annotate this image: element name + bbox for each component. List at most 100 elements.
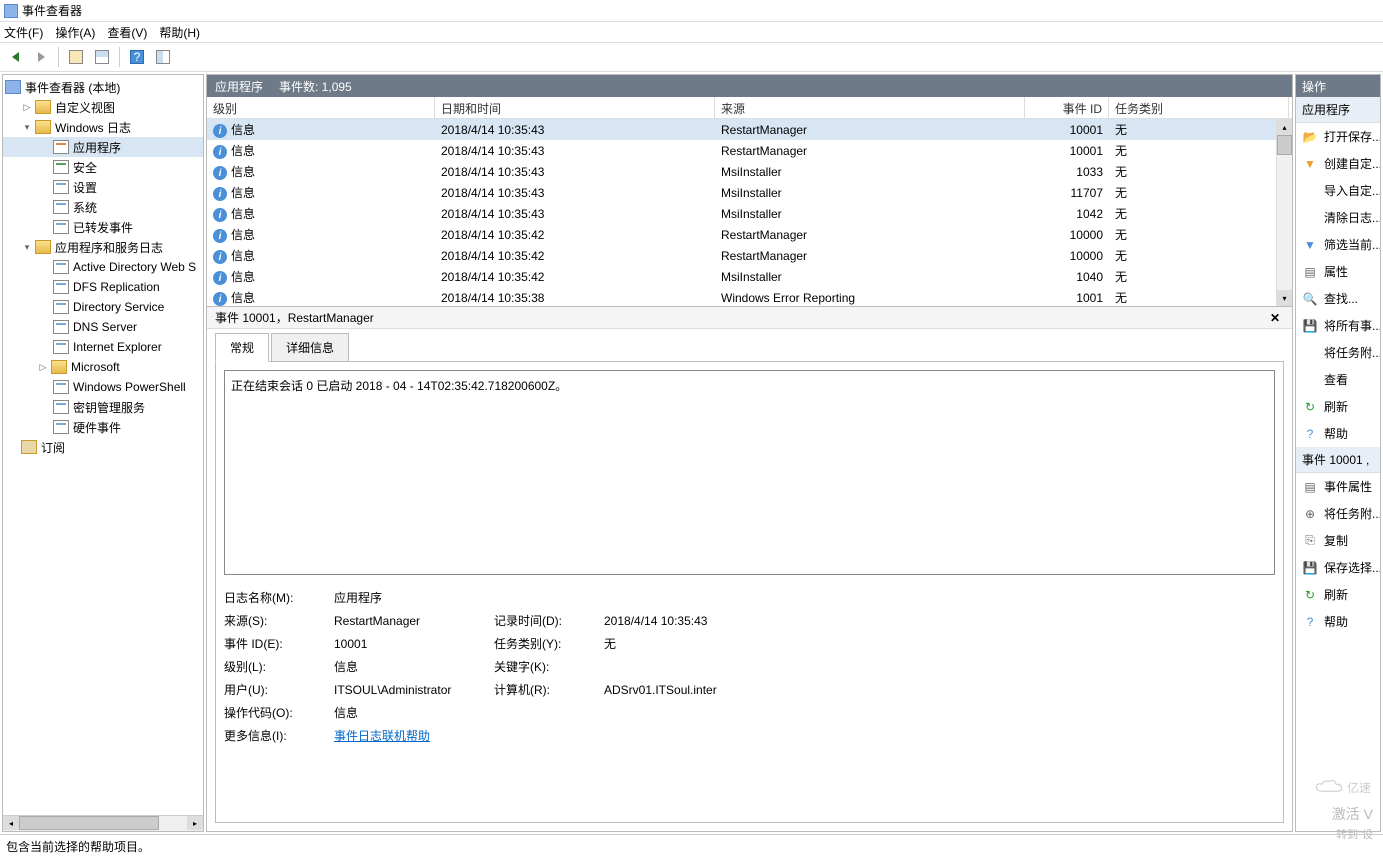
action-item[interactable]: ▼筛选当前... [1296, 231, 1380, 258]
tree-root-label: 事件查看器 (本地) [25, 79, 120, 96]
table-row[interactable]: i信息2018/4/14 10:35:42RestartManager10000… [207, 224, 1292, 245]
back-button[interactable] [4, 46, 26, 68]
action-item[interactable]: 📂打开保存... [1296, 123, 1380, 150]
col-category[interactable]: 任务类别 [1109, 97, 1289, 118]
menu-help[interactable]: 帮助(H) [159, 24, 200, 41]
action-item[interactable]: 🔍查找... [1296, 285, 1380, 312]
scroll-thumb[interactable] [19, 816, 159, 830]
col-id[interactable]: 事件 ID [1025, 97, 1109, 118]
tree-label: 设置 [73, 179, 97, 196]
value-event-id: 10001 [334, 637, 494, 651]
show-tree-button[interactable] [65, 46, 87, 68]
table-row[interactable]: i信息2018/4/14 10:35:42MsiInstaller1040无 [207, 266, 1292, 287]
funnel-icon: ▼ [1302, 237, 1318, 253]
tab-general[interactable]: 常规 [215, 333, 269, 362]
tree-root[interactable]: 事件查看器 (本地) [3, 77, 203, 97]
table-body: i信息2018/4/14 10:35:43RestartManager10001… [207, 119, 1292, 307]
action-item[interactable]: 导入自定... [1296, 177, 1380, 204]
tree-label: Internet Explorer [73, 340, 162, 354]
table-row[interactable]: i信息2018/4/14 10:35:38Windows Error Repor… [207, 287, 1292, 307]
tree-hw-events[interactable]: 硬件事件 [3, 417, 203, 437]
action-item[interactable]: 清除日志... [1296, 204, 1380, 231]
action-item[interactable]: 💾将所有事... [1296, 312, 1380, 339]
tree-label: 密钥管理服务 [73, 399, 145, 416]
actions-section-event: 事件 10001 , [1296, 447, 1380, 473]
value-task-cat: 无 [604, 635, 804, 652]
col-date[interactable]: 日期和时间 [435, 97, 715, 118]
scroll-up-button[interactable]: ▴ [1277, 119, 1292, 135]
actions-list-2: ▤事件属性⊕将任务附...⎘复制💾保存选择...↻刷新?帮助 [1296, 473, 1380, 635]
table-row[interactable]: i信息2018/4/14 10:35:43RestartManager10001… [207, 140, 1292, 161]
tree-application[interactable]: 应用程序 [3, 137, 203, 157]
action-item[interactable]: ↻刷新 [1296, 393, 1380, 420]
label-user: 用户(U): [224, 681, 334, 698]
table-row[interactable]: i信息2018/4/14 10:35:42RestartManager10000… [207, 245, 1292, 266]
expand-icon[interactable]: ▷ [37, 361, 49, 373]
tree-microsoft[interactable]: ▷Microsoft [3, 357, 203, 377]
forward-button[interactable] [30, 46, 52, 68]
table-row[interactable]: i信息2018/4/14 10:35:43MsiInstaller11707无 [207, 182, 1292, 203]
tree-dfs[interactable]: DFS Replication [3, 277, 203, 297]
expand-icon[interactable]: ▷ [21, 101, 33, 113]
log-icon [53, 300, 69, 314]
action-item[interactable]: 将任务附... [1296, 339, 1380, 366]
action-item[interactable]: ⊕将任务附... [1296, 500, 1380, 527]
more-info-link[interactable]: 事件日志联机帮助 [334, 727, 804, 744]
event-detail-panel: 事件 10001，RestartManager ✕ 常规 详细信息 正在结束会话… [207, 307, 1292, 831]
table-row[interactable]: i信息2018/4/14 10:35:43MsiInstaller1042无 [207, 203, 1292, 224]
tab-details[interactable]: 详细信息 [271, 333, 349, 361]
action-item[interactable]: ▤属性 [1296, 258, 1380, 285]
tree-label: Windows PowerShell [73, 380, 186, 394]
table-row[interactable]: i信息2018/4/14 10:35:43MsiInstaller1033无 [207, 161, 1292, 182]
action-item[interactable]: ?帮助 [1296, 608, 1380, 635]
col-source[interactable]: 来源 [715, 97, 1025, 118]
action-label: 复制 [1324, 532, 1348, 549]
scroll-thumb[interactable] [1277, 135, 1292, 155]
collapse-icon[interactable]: ▾ [21, 241, 33, 253]
layout-button-2[interactable] [152, 46, 174, 68]
value-computer: ADSrv01.ITSoul.inter [604, 683, 804, 697]
tree-dns[interactable]: DNS Server [3, 317, 203, 337]
tree-key-mgmt[interactable]: 密钥管理服务 [3, 397, 203, 417]
action-item[interactable]: ?帮助 [1296, 420, 1380, 447]
collapse-icon[interactable]: ▾ [21, 121, 33, 133]
layout-button-1[interactable] [91, 46, 113, 68]
tree-app-service-logs[interactable]: ▾应用程序和服务日志 [3, 237, 203, 257]
menu-file[interactable]: 文件(F) [4, 24, 43, 41]
col-level[interactable]: 级别 [207, 97, 435, 118]
menu-action[interactable]: 操作(A) [55, 24, 95, 41]
tree-system[interactable]: 系统 [3, 197, 203, 217]
refresh-icon: ↻ [1302, 399, 1318, 415]
tree-windows-logs[interactable]: ▾Windows 日志 [3, 117, 203, 137]
tree-subscriptions[interactable]: 订阅 [3, 437, 203, 457]
tree-directory-service[interactable]: Directory Service [3, 297, 203, 317]
label-more-info: 更多信息(I): [224, 727, 334, 744]
action-item[interactable]: 💾保存选择... [1296, 554, 1380, 581]
action-label: 查看 [1324, 371, 1348, 388]
tree-forwarded[interactable]: 已转发事件 [3, 217, 203, 237]
action-item[interactable]: ⎘复制 [1296, 527, 1380, 554]
scroll-left-button[interactable]: ◂ [3, 816, 19, 830]
menu-view[interactable]: 查看(V) [107, 24, 147, 41]
table-vertical-scrollbar[interactable]: ▴ ▾ [1276, 119, 1292, 306]
tree-setup[interactable]: 设置 [3, 177, 203, 197]
tree-powershell[interactable]: Windows PowerShell [3, 377, 203, 397]
action-item[interactable]: ▤事件属性 [1296, 473, 1380, 500]
layout-icon [95, 50, 109, 64]
tree-ie[interactable]: Internet Explorer [3, 337, 203, 357]
close-icon[interactable]: ✕ [1270, 311, 1284, 325]
action-item[interactable]: 查看 [1296, 366, 1380, 393]
scroll-right-button[interactable]: ▸ [187, 816, 203, 830]
scroll-down-button[interactable]: ▾ [1277, 290, 1292, 306]
log-icon [53, 200, 69, 214]
action-item[interactable]: ↻刷新 [1296, 581, 1380, 608]
info-icon: i [213, 145, 227, 159]
task-icon: ⊕ [1302, 506, 1318, 522]
tree-security[interactable]: 安全 [3, 157, 203, 177]
action-item[interactable]: ▼创建自定... [1296, 150, 1380, 177]
tree-horizontal-scrollbar[interactable]: ◂ ▸ [3, 815, 203, 831]
tree-custom-views[interactable]: ▷自定义视图 [3, 97, 203, 117]
help-button[interactable]: ? [126, 46, 148, 68]
tree-ad-web[interactable]: Active Directory Web S [3, 257, 203, 277]
table-row[interactable]: i信息2018/4/14 10:35:43RestartManager10001… [207, 119, 1292, 140]
